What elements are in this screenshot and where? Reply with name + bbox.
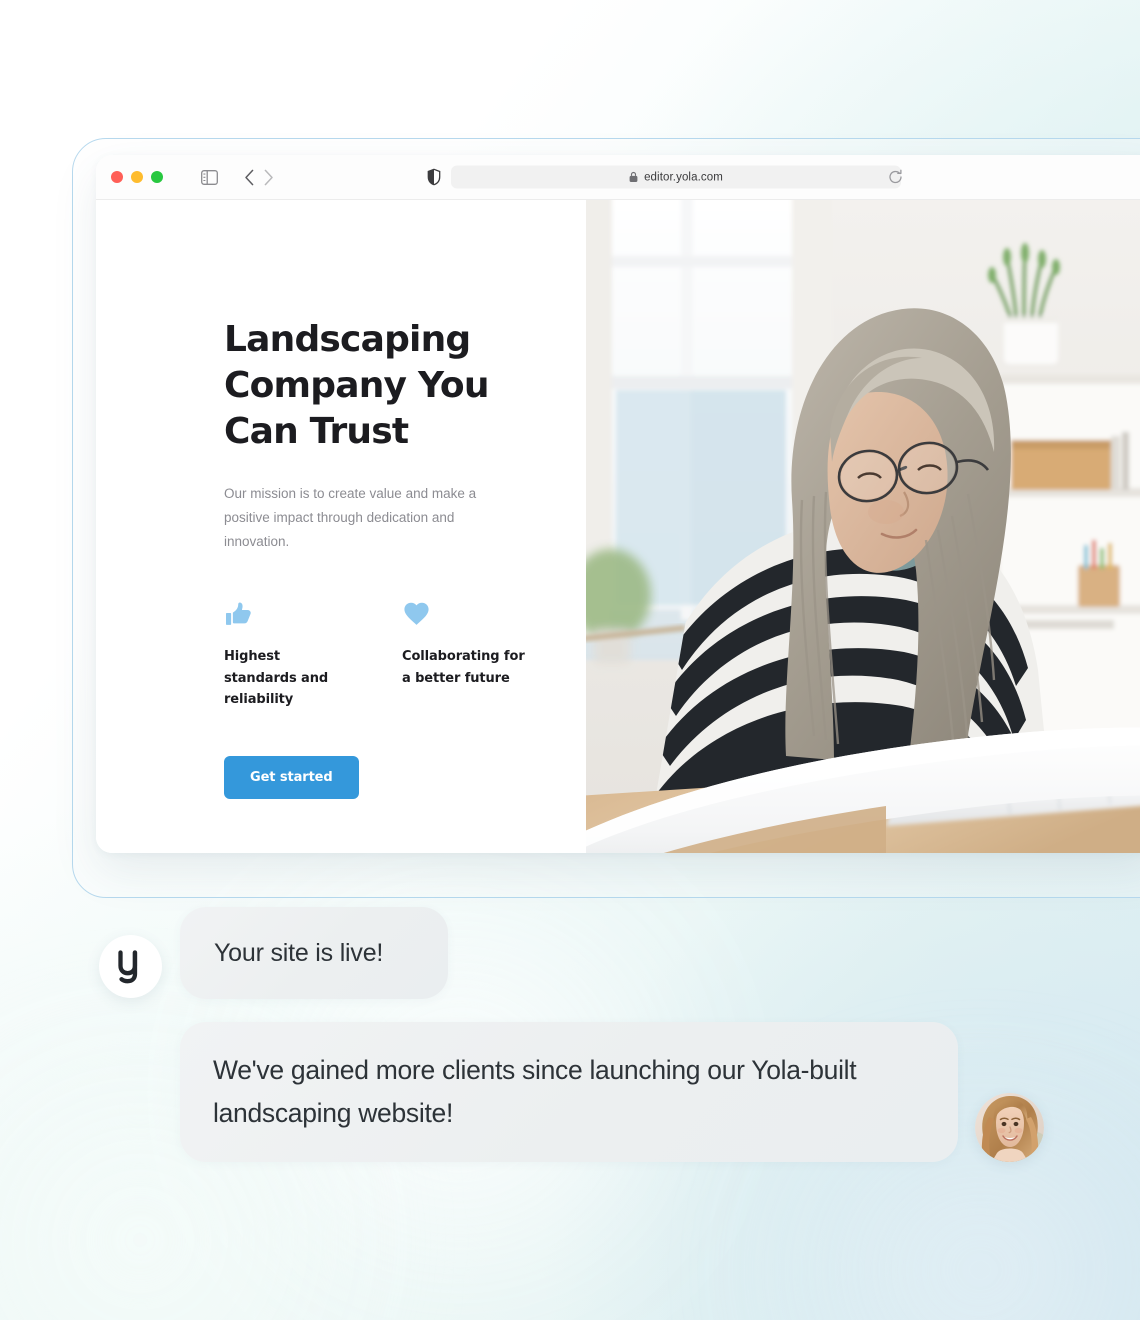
feature-item: Collaborating for a better future [402, 600, 534, 710]
hero-photo [586, 200, 1140, 853]
sidebar-icon[interactable] [201, 169, 218, 185]
client-avatar [975, 1093, 1044, 1162]
browser-toolbar: editor.yola.com [96, 155, 1140, 200]
minimize-window-button[interactable] [131, 171, 143, 183]
chat-message-text: We've gained more clients since launchin… [213, 1055, 857, 1128]
chat-message-text: Your site is live! [214, 938, 384, 967]
url-text: editor.yola.com [644, 171, 723, 183]
yola-logo-icon [117, 949, 137, 983]
chevron-right-icon[interactable] [263, 169, 274, 186]
browser-window: editor.yola.com Landscaping Company You … [96, 155, 1140, 853]
hero-image-column [586, 200, 1140, 853]
maximize-window-button[interactable] [151, 171, 163, 183]
yola-brand-avatar [99, 935, 162, 998]
feature-item: Highest standards and reliability [224, 600, 356, 710]
heart-icon [402, 600, 534, 630]
close-window-button[interactable] [111, 171, 123, 183]
navigation-buttons[interactable] [244, 169, 274, 186]
feature-label: Highest standards and reliability [224, 649, 329, 708]
hero-subtitle: Our mission is to create value and make … [224, 486, 477, 550]
hero-text-column: Landscaping Company You Can Trust Our mi… [96, 200, 586, 853]
chat-bubble-brand: Your site is live! [180, 907, 448, 999]
feature-label: Collaborating for a better future [402, 649, 525, 686]
window-controls[interactable] [111, 171, 163, 183]
address-bar[interactable]: editor.yola.com [451, 165, 901, 189]
feature-list: Highest standards and reliability Collab… [224, 600, 554, 710]
thumbs-up-icon [224, 600, 356, 630]
lock-icon [629, 171, 638, 183]
chevron-left-icon[interactable] [244, 169, 255, 186]
page-title: Landscaping Company You Can Trust [224, 319, 489, 453]
chat-bubble-client: We've gained more clients since launchin… [180, 1022, 958, 1162]
website-page: Landscaping Company You Can Trust Our mi… [96, 200, 1140, 853]
reload-icon[interactable] [888, 169, 903, 185]
client-avatar-photo [975, 1093, 1044, 1162]
get-started-button[interactable]: Get started [224, 755, 359, 799]
shield-icon[interactable] [427, 168, 441, 186]
